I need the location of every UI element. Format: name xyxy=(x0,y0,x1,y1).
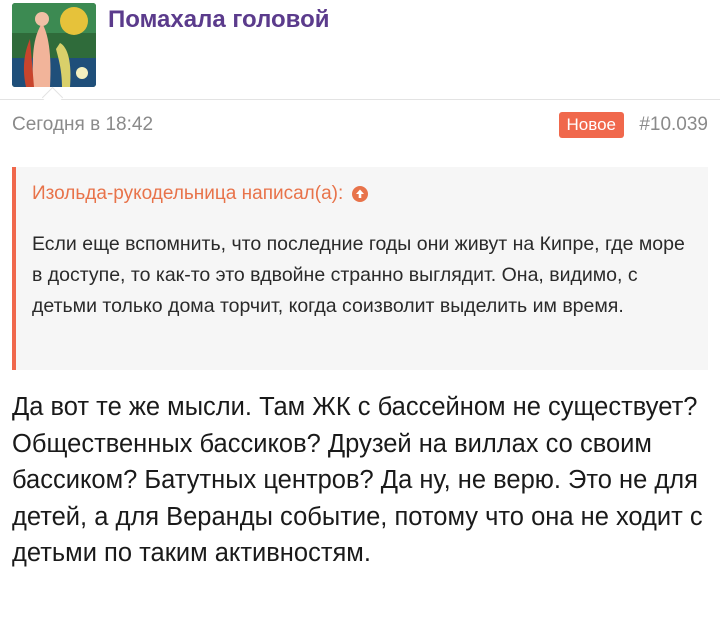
avatar[interactable] xyxy=(12,3,96,87)
quote-text: Если еще вспомнить, что последние годы о… xyxy=(32,233,685,317)
message-body: Да вот те же мысли. Там ЖК с бассейном н… xyxy=(12,393,703,567)
quote-author-line[interactable]: Изольда-рукодельница написал(а): xyxy=(32,183,369,205)
username[interactable]: Помахала головой xyxy=(108,6,330,34)
post-meta: Сегодня в 18:42 Новое #10.039 xyxy=(12,112,708,140)
quote-block: Изольда-рукодельница написал(а): Если ещ… xyxy=(12,167,708,370)
arrow-up-circle-icon[interactable] xyxy=(351,185,369,203)
new-badge: Новое xyxy=(558,112,624,138)
post-number[interactable]: #10.039 xyxy=(639,114,708,136)
post-header: Помахала головой xyxy=(0,0,720,100)
quote-author[interactable]: Изольда-рукодельница написал(а): xyxy=(32,183,343,205)
painting-avatar xyxy=(12,3,96,87)
post-actions-cutoff xyxy=(180,621,720,631)
post-timestamp[interactable]: Сегодня в 18:42 xyxy=(12,114,153,136)
header-divider xyxy=(0,99,720,100)
